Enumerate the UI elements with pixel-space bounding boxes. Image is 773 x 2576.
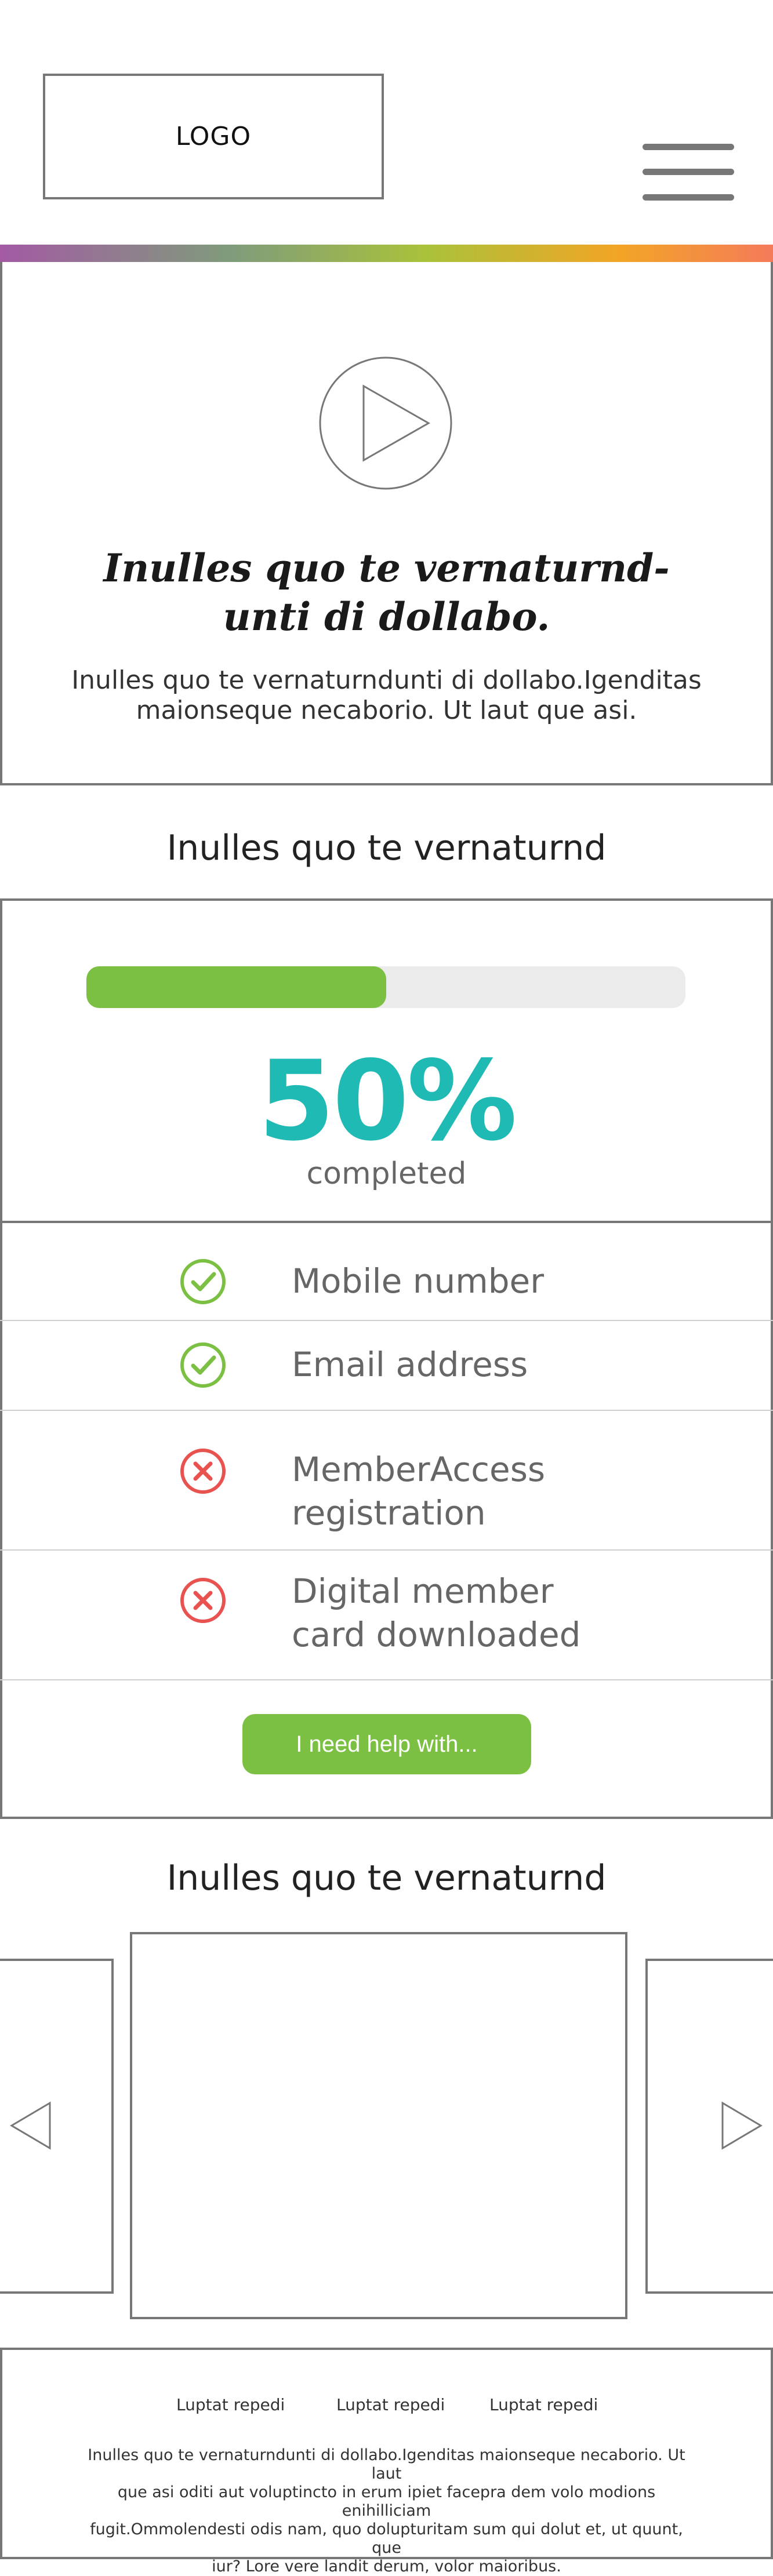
list-item-mobile-number: Mobile number xyxy=(292,1260,544,1303)
footer-text-line: Inulles quo te vernaturndunti di dollabo… xyxy=(88,2446,685,2483)
list-item-label: Digital member xyxy=(292,1571,554,1611)
divider xyxy=(0,1221,773,1223)
progress-section-title: Inulles quo te vernaturnd xyxy=(166,828,607,868)
list-item-label: Email address xyxy=(292,1345,528,1384)
list-item-label: Mobile number xyxy=(292,1261,545,1301)
list-item-label: MemberAccess xyxy=(292,1450,546,1489)
hero-description-line: maionseque necaborio. Ut laut que asi. xyxy=(136,696,637,725)
arrow-left-icon[interactable] xyxy=(8,2100,55,2152)
x-circle-icon xyxy=(180,1578,226,1623)
list-item-memberaccess-registration: MemberAccess registration xyxy=(292,1448,545,1535)
hero-title-line: unti di dollabo. xyxy=(223,594,550,639)
progress-bar xyxy=(86,966,685,1008)
hamburger-menu-icon[interactable] xyxy=(643,144,734,201)
arrow-right-icon[interactable] xyxy=(718,2100,764,2152)
progress-completed-label: completed xyxy=(306,1156,467,1191)
progress-percent: 50% xyxy=(258,1037,517,1165)
divider xyxy=(0,1549,773,1551)
list-item-label: registration xyxy=(292,1493,486,1533)
logo[interactable]: LOGO xyxy=(43,74,384,199)
divider xyxy=(0,1679,773,1680)
footer-link[interactable]: Luptat repedi xyxy=(336,2395,445,2414)
play-icon[interactable] xyxy=(318,356,453,490)
progress-bar-fill xyxy=(86,966,386,1008)
footer-text: Inulles quo te vernaturndunti di dollabo… xyxy=(75,2446,698,2576)
list-item-label: card downloaded xyxy=(292,1615,581,1654)
hero-title-line: Inulles quo te vernaturnd- xyxy=(103,545,670,591)
hero-description-line: Inulles quo te vernaturndunti di dollabo… xyxy=(71,665,702,695)
hero-description: Inulles quo te vernaturndunti di dollabo… xyxy=(58,665,715,726)
logo-text: LOGO xyxy=(175,122,252,151)
list-item-email-address: Email address xyxy=(292,1343,528,1387)
x-circle-icon xyxy=(180,1449,226,1494)
check-circle-icon xyxy=(180,1259,226,1304)
check-circle-icon xyxy=(180,1342,226,1388)
carousel-slide-current[interactable] xyxy=(130,1932,627,2319)
list-item-digital-member-card: Digital member card downloaded xyxy=(292,1570,580,1657)
help-button[interactable]: I need help with... xyxy=(242,1714,531,1774)
footer-text-line: que asi oditi aut voluptincto in erum ip… xyxy=(117,2483,656,2520)
carousel-section-title: Inulles quo te vernaturnd xyxy=(166,1858,607,1898)
footer-link[interactable]: Luptat repedi xyxy=(176,2395,285,2414)
hero-title: Inulles quo te vernaturnd- unti di dolla… xyxy=(70,544,703,641)
divider xyxy=(0,1320,773,1321)
divider xyxy=(0,1410,773,1411)
footer-link[interactable]: Luptat repedi xyxy=(489,2395,598,2414)
footer-text-line: fugit.Ommolendesti odis nam, quo doluptu… xyxy=(90,2520,683,2557)
brand-gradient-bar xyxy=(0,245,773,262)
footer-text-line: iur? Lore vere landit derum, volor maior… xyxy=(212,2557,561,2575)
